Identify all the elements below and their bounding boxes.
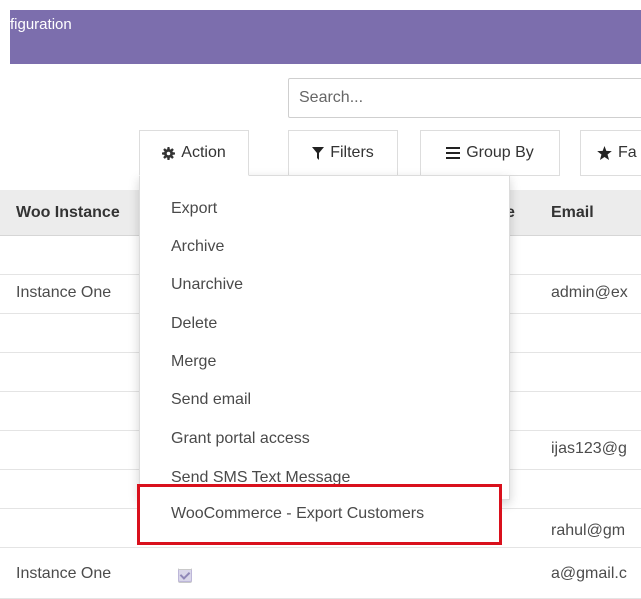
filters-label: Filters [330,144,374,161]
email-cell: ijas123@g [551,440,627,457]
list-icon [446,147,461,159]
action-button[interactable]: Action [139,130,249,176]
menu-item-archive[interactable]: Archive [171,238,224,256]
menu-item-export[interactable]: Export [171,200,217,218]
column-woo-instance[interactable]: Woo Instance [16,204,120,222]
action-dropdown-menu: Export Archive Unarchive Delete Merge Se… [139,175,510,500]
filter-icon [312,146,325,160]
group-by-label: Group By [466,144,534,161]
filters-button[interactable]: Filters [288,130,398,176]
row-checkbox[interactable] [178,568,192,582]
menu-item-grant-portal-access[interactable]: Grant portal access [171,430,310,448]
page: figuration Action Filters [0,0,641,599]
gear-icon [162,146,176,160]
menu-item-delete[interactable]: Delete [171,315,217,333]
favorites-button[interactable]: Fa [580,130,641,176]
menu-item-unarchive[interactable]: Unarchive [171,276,243,294]
menu-item-merge[interactable]: Merge [171,353,216,371]
row-checkbox-partial[interactable] [178,568,192,570]
group-by-button[interactable]: Group By [420,130,560,176]
table-row[interactable]: Instance One a@gmail.c [0,548,641,599]
header-bar: figuration [10,10,641,64]
column-email[interactable]: Email [551,204,594,222]
highlighted-menu-item-box: WooCommerce - Export Customers [137,484,502,545]
action-label: Action [181,144,226,161]
instance-cell: Instance One [16,565,112,582]
email-cell: rahul@gm [551,522,626,539]
star-icon [597,146,612,160]
menu-item-send-email[interactable]: Send email [171,391,251,409]
page-title: figuration [10,16,72,33]
email-cell: admin@ex [551,284,628,301]
instance-cell: Instance One [16,284,112,301]
menu-item-woocommerce-export-customers[interactable]: WooCommerce - Export Customers [171,505,424,523]
search-input[interactable] [288,78,641,118]
favorites-label: Fa [618,144,637,161]
email-cell: a@gmail.c [551,565,627,582]
